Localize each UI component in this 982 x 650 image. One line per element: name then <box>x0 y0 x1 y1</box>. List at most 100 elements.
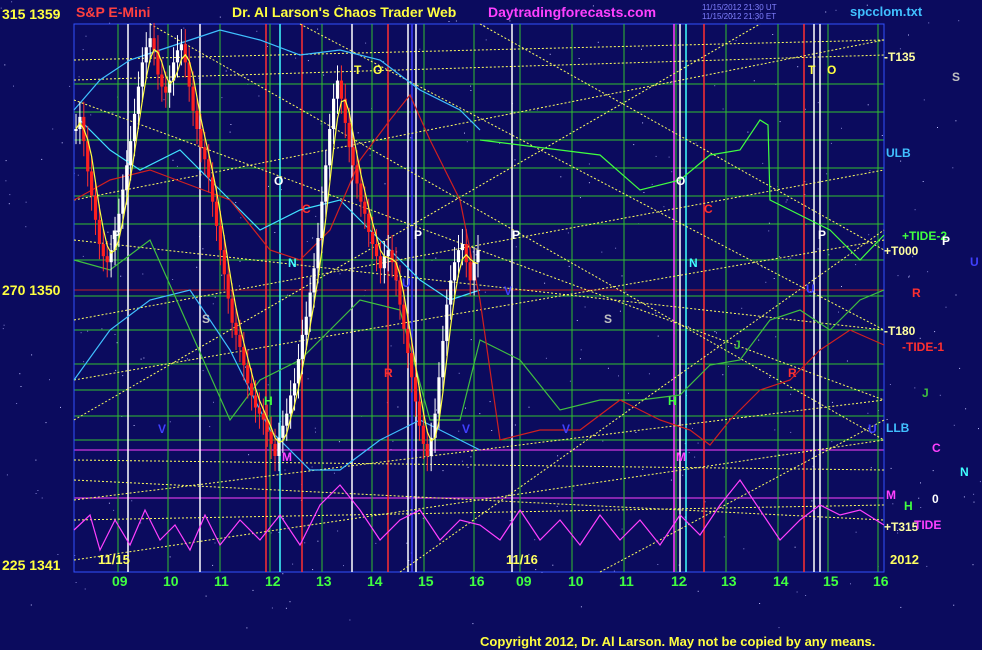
star-dot <box>281 189 282 191</box>
candle-body <box>382 256 386 269</box>
marker-u: U <box>806 282 815 296</box>
candle-body <box>339 80 343 99</box>
star-dot <box>509 520 511 522</box>
marker-j: J <box>734 338 741 352</box>
hour-tick: 10 <box>568 573 584 589</box>
star-dot <box>778 627 780 629</box>
candle-body <box>449 280 453 305</box>
star-dot <box>470 339 472 341</box>
star-dot <box>470 456 472 458</box>
candle-body <box>410 353 414 378</box>
star-dot <box>45 422 47 424</box>
candle-body <box>468 262 472 281</box>
star-dot <box>714 85 716 87</box>
star-dot <box>475 254 477 256</box>
candle-body <box>402 304 406 329</box>
star-dot <box>769 377 771 378</box>
candle-body <box>183 44 187 63</box>
candle-body <box>386 250 390 257</box>
star-dot <box>567 232 569 234</box>
star-dot <box>2 328 4 330</box>
star-dot <box>651 183 653 185</box>
star-dot <box>458 430 460 432</box>
star-dot <box>339 273 341 275</box>
star-dot <box>20 386 22 387</box>
star-dot <box>716 332 717 334</box>
star-dot <box>670 479 672 481</box>
candle-body <box>140 62 144 87</box>
star-dot <box>133 425 135 426</box>
candle-body <box>125 165 129 190</box>
star-dot <box>61 142 63 144</box>
star-dot <box>115 369 117 371</box>
star-dot <box>579 197 581 199</box>
star-dot <box>655 155 657 157</box>
star-dot <box>282 573 284 575</box>
star-dot <box>855 264 857 266</box>
marker-s: S <box>604 312 613 326</box>
star-dot <box>923 99 925 101</box>
star-dot <box>722 374 724 376</box>
magenta-tide-curve <box>73 478 885 552</box>
star-dot <box>741 307 743 309</box>
star-dot <box>588 182 590 184</box>
star-dot <box>785 201 787 203</box>
candle-body <box>136 86 141 114</box>
star-dot <box>528 406 530 408</box>
star-dot <box>831 441 833 443</box>
star-dot <box>317 28 319 30</box>
star-dot <box>714 331 716 333</box>
star-dot <box>778 256 780 257</box>
star-dot <box>465 407 466 409</box>
candle-body <box>261 413 265 420</box>
candle-body <box>328 129 332 166</box>
diagonal-line <box>73 459 885 471</box>
star-dot <box>13 85 14 87</box>
star-field <box>0 1 981 629</box>
candle-body <box>195 110 199 129</box>
star-dot <box>230 124 232 125</box>
star-dot <box>292 563 294 565</box>
star-dot <box>682 474 684 476</box>
star-dot <box>113 509 115 511</box>
marker-n: N <box>288 256 297 270</box>
candle-body <box>242 347 246 366</box>
star-dot <box>57 554 59 555</box>
star-dot <box>825 11 827 13</box>
star-dot <box>107 231 109 233</box>
label-c: C <box>932 441 941 455</box>
star-dot <box>759 603 761 604</box>
candle-body <box>371 231 375 245</box>
star-dot <box>811 500 813 502</box>
candle-body <box>292 383 297 396</box>
star-dot <box>775 336 777 338</box>
star-dot <box>221 274 223 276</box>
star-dot <box>955 120 957 122</box>
star-dot <box>697 442 699 444</box>
star-dot <box>467 466 469 468</box>
star-dot <box>973 493 975 495</box>
y-axis-label-bottom: 225 1341 <box>2 557 61 573</box>
star-dot <box>641 48 642 50</box>
star-dot <box>256 30 258 32</box>
star-dot <box>937 127 938 128</box>
star-dot <box>918 497 920 499</box>
hour-tick: 13 <box>316 573 332 589</box>
star-dot <box>3 324 5 326</box>
marker-v: V <box>562 422 571 436</box>
star-dot <box>406 542 408 544</box>
star-dot <box>225 70 227 72</box>
star-dot <box>831 401 833 403</box>
star-dot <box>375 542 377 544</box>
star-dot <box>112 112 114 114</box>
star-dot <box>560 176 562 178</box>
hour-tick: 11 <box>619 573 634 589</box>
star-dot <box>169 556 171 558</box>
star-dot <box>786 199 788 201</box>
candle-body <box>304 316 308 335</box>
candle-body <box>121 189 125 214</box>
star-dot <box>245 366 246 368</box>
star-dot <box>607 367 609 369</box>
candle-body <box>308 292 312 317</box>
star-dot <box>602 440 604 442</box>
